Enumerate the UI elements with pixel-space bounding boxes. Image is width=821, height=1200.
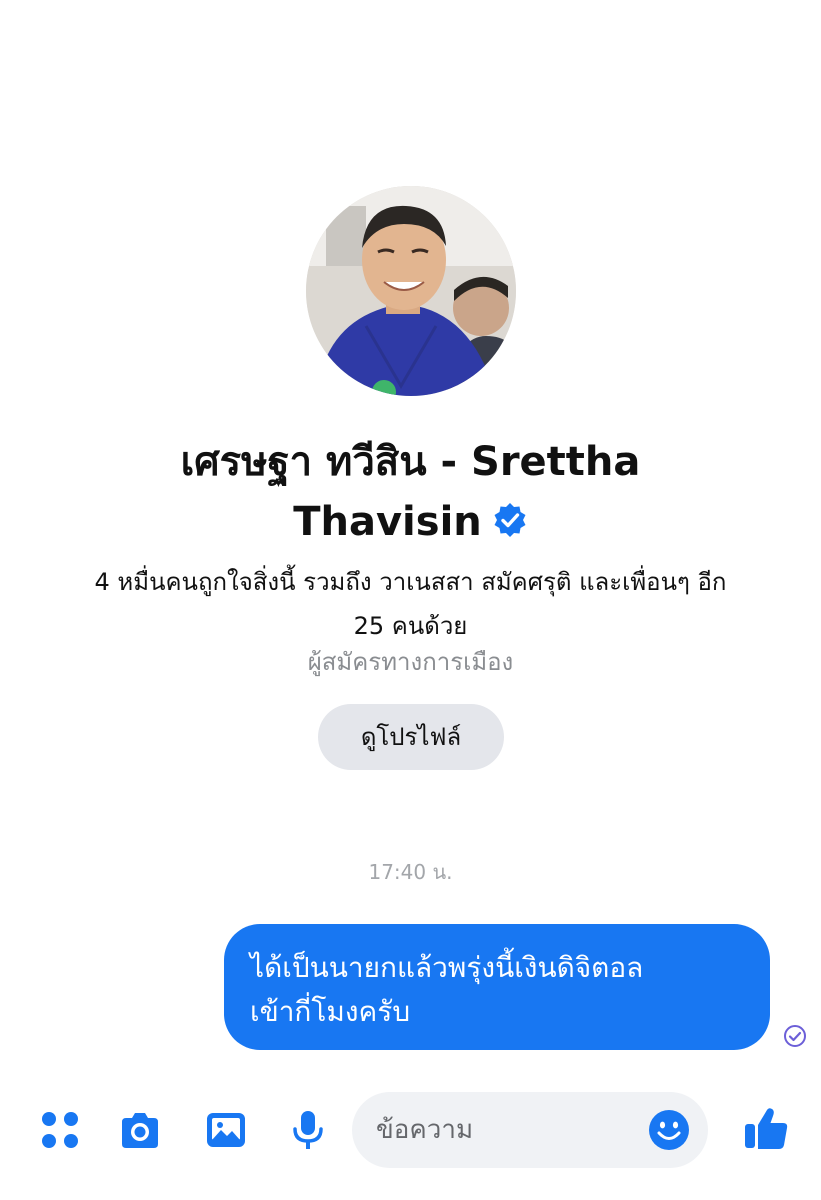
message-timestamp: 17:40 น. [368, 860, 453, 884]
view-profile-button[interactable]: ดูโปรไฟล์ [318, 704, 504, 770]
profile-name-line1: เศรษฐา ทวีสิน - Srettha [180, 439, 641, 485]
likes-summary: 4 หมื่นคนถูกใจสิ่งนี้ รวมถึง วาเนสสา สมั… [20, 560, 801, 648]
seen-check-icon [784, 1025, 806, 1047]
outgoing-message-bubble[interactable]: ได้เป็นนายกแล้วพรุ่งนี้เงินดิจิตอล เข้าก… [224, 924, 770, 1050]
profile-name: เศรษฐา ทวีสิน - Srettha Thavisin [0, 432, 821, 552]
emoji-icon[interactable] [648, 1109, 690, 1151]
camera-icon[interactable] [118, 1108, 162, 1152]
avatar-photo [306, 186, 516, 396]
verified-badge-icon [494, 503, 526, 537]
profile-category: ผู้สมัครทางการเมือง [307, 648, 514, 676]
profile-name-line2: Thavisin [293, 499, 482, 545]
like-thumb-icon[interactable] [742, 1104, 790, 1152]
likes-line1: 4 หมื่นคนถูกใจสิ่งนี้ รวมถึง วาเนสสา สมั… [94, 568, 727, 596]
message-line1: ได้เป็นนายกแล้วพรุ่งนี้เงินดิจิตอล [250, 951, 644, 984]
gallery-icon[interactable] [204, 1108, 248, 1152]
message-line2: เข้ากี่โมงครับ [250, 995, 411, 1028]
microphone-icon[interactable] [286, 1108, 330, 1152]
profile-avatar[interactable] [306, 186, 516, 396]
more-actions-icon[interactable] [38, 1108, 82, 1152]
profile-name-line2-wrap: Thavisin [0, 492, 821, 552]
